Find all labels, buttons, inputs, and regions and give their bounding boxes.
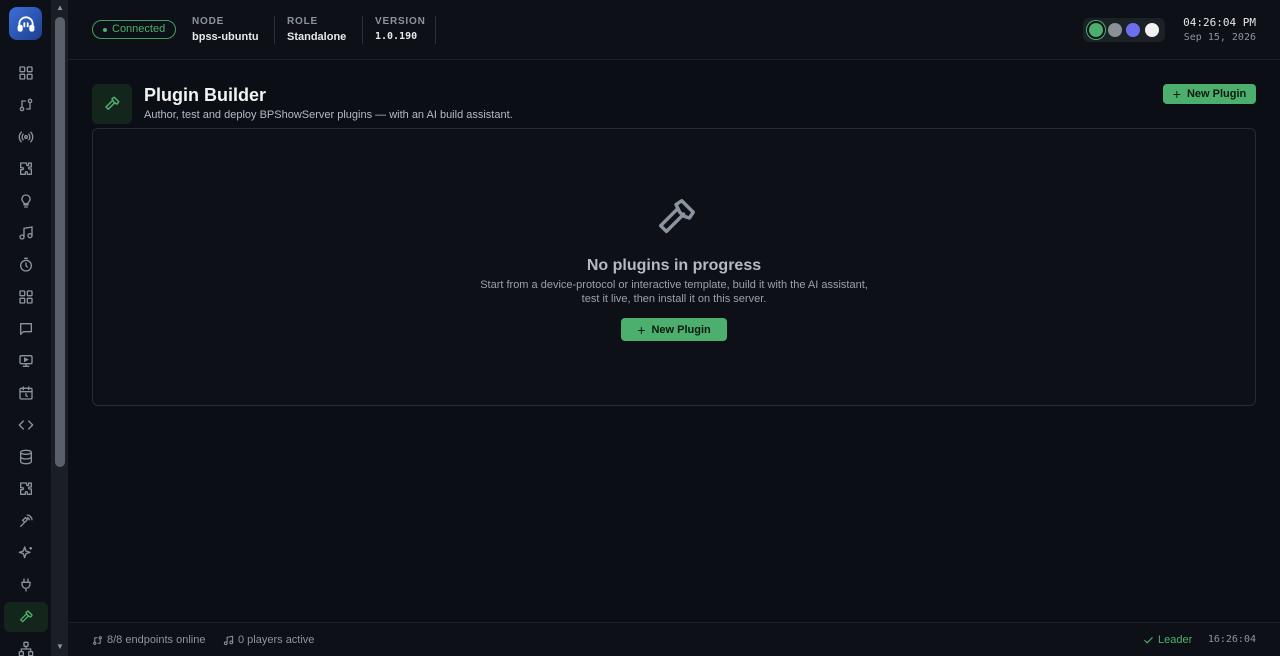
sidebar-item-routing[interactable] [4, 90, 48, 120]
leader-text: Leader [1158, 634, 1193, 646]
dashboard-icon [19, 66, 33, 80]
theme-selector [1083, 18, 1165, 42]
sidebar-item-signals[interactable] [4, 506, 48, 536]
divider [362, 16, 363, 44]
lightbulb-icon [21, 194, 31, 208]
version-info: VERSION 1.0.190 [375, 16, 426, 44]
schedule-icon [19, 386, 33, 400]
plug-icon [21, 578, 31, 592]
headphones-logo-icon [17, 15, 34, 32]
theme-swatch-green[interactable] [1089, 23, 1104, 37]
puzzle-icon [20, 162, 32, 175]
sidebar-item-timers[interactable] [4, 250, 48, 280]
header-clock: 04:26:04 PM Sep 15, 2026 [1183, 16, 1256, 43]
role-label: ROLE [287, 16, 318, 27]
sidebar-item-database[interactable] [4, 442, 48, 472]
chat-icon [20, 323, 32, 335]
status-footer: 8/8 endpoints online 0 players active Le… [68, 622, 1280, 656]
plus-icon: + [637, 321, 646, 338]
empty-state-line: test it live, then install it on this se… [581, 293, 767, 305]
sidebar-item-displays[interactable] [4, 346, 48, 376]
page-icon [92, 84, 132, 124]
check-icon [1144, 636, 1153, 643]
sidebar-item-code[interactable] [4, 410, 48, 440]
sidebar-item-broadcast[interactable] [4, 122, 48, 152]
music-icon [19, 226, 33, 240]
connection-status-text: Connected [112, 23, 166, 35]
connection-status-badge: Connected [92, 20, 177, 39]
sidebar-item-network[interactable] [4, 634, 48, 656]
sidebar-item-plugins[interactable] [4, 154, 48, 184]
database-icon [20, 449, 32, 465]
sidebar-item-apps[interactable] [4, 282, 48, 312]
empty-state-text: Start from a device-protocol or interact… [93, 278, 1255, 306]
display-icon [19, 355, 33, 367]
plus-icon: + [1172, 86, 1181, 102]
divider [274, 16, 275, 44]
sidebar-item-audio[interactable] [4, 218, 48, 248]
endpoints-text: 8/8 endpoints online [107, 634, 206, 646]
app-logo[interactable] [9, 7, 42, 40]
role-info: ROLE Standalone [287, 16, 346, 44]
sparkles-icon [18, 546, 32, 559]
routing-icon [93, 635, 102, 645]
broadcast-icon [18, 131, 34, 143]
music-icon [223, 635, 234, 645]
footer-clock: 16:26:04 [1207, 634, 1256, 645]
theme-swatch-white[interactable] [1144, 23, 1159, 37]
version-label: VERSION [375, 16, 426, 27]
signal-icon [20, 514, 33, 527]
leader-status: Leader [1143, 634, 1192, 646]
clock-time: 04:26:04 PM [1183, 16, 1256, 29]
sidebar-item-extensions[interactable] [4, 474, 48, 504]
theme-swatch-purple[interactable] [1126, 23, 1141, 37]
empty-state-line: Start from a device-protocol or interact… [480, 279, 868, 291]
sidebar [0, 0, 52, 656]
hammer-icon [105, 96, 120, 110]
status-dot-icon [103, 27, 107, 32]
sidebar-item-messages[interactable] [4, 314, 48, 344]
new-plugin-button[interactable]: + New Plugin [621, 318, 727, 341]
new-plugin-button[interactable]: + New Plugin [1163, 84, 1256, 104]
empty-state-title: No plugins in progress [586, 257, 762, 274]
page-title: Plugin Builder [144, 85, 267, 105]
node-info: NODE bpss-ubuntu [192, 16, 259, 44]
sidebar-item-ai[interactable] [4, 538, 48, 568]
endpoints-status: 8/8 endpoints online [92, 634, 205, 646]
clock-date: Sep 15, 2026 [1183, 32, 1256, 43]
new-plugin-label: New Plugin [1186, 88, 1247, 100]
routing-icon [19, 98, 33, 112]
page-header: Plugin Builder Author, test and deploy B… [92, 84, 1256, 124]
players-text: 0 players active [238, 634, 315, 646]
new-plugin-label: New Plugin [651, 323, 711, 336]
plugins-panel: No plugins in progress Start from a devi… [92, 128, 1256, 406]
code-icon [18, 420, 34, 430]
top-bar: Connected NODE bpss-ubuntu ROLE Standalo… [68, 0, 1280, 60]
page-subtitle: Author, test and deploy BPShowServer plu… [144, 109, 513, 121]
hammer-icon [20, 610, 33, 623]
players-status: 0 players active [223, 634, 314, 646]
network-icon [18, 641, 34, 656]
sidebar-item-schedule[interactable] [4, 378, 48, 408]
role-value: Standalone [287, 31, 347, 43]
scrollbar-thumb[interactable] [55, 17, 65, 467]
sidebar-item-integrations[interactable] [4, 570, 48, 600]
extension-icon [20, 482, 32, 495]
divider [435, 16, 436, 44]
scroll-up-icon[interactable]: ▲ [56, 4, 64, 12]
theme-swatch-gray[interactable] [1107, 23, 1122, 37]
sidebar-item-dashboard[interactable] [4, 58, 48, 88]
timer-icon [20, 257, 32, 272]
node-value: bpss-ubuntu [192, 31, 259, 43]
hammer-icon [658, 199, 695, 234]
node-label: NODE [192, 16, 225, 27]
sidebar-scrollbar[interactable]: ▲ ▼ [52, 0, 68, 656]
scroll-down-icon[interactable]: ▼ [56, 643, 64, 651]
sidebar-item-plugin-builder[interactable] [4, 602, 48, 632]
apps-grid-icon [19, 290, 33, 304]
sidebar-item-lighting[interactable] [4, 186, 48, 216]
version-value: 1.0.190 [375, 31, 418, 42]
